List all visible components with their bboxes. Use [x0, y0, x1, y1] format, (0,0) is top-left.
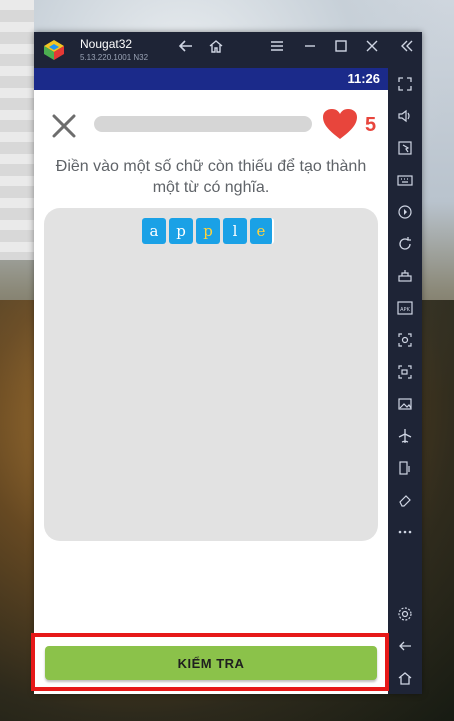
bluestacks-logo-icon [44, 40, 64, 60]
back-arrow-icon[interactable] [174, 38, 198, 62]
close-window-icon[interactable] [360, 38, 384, 62]
desktop-tower [0, 0, 34, 260]
status-clock: 11:26 [347, 71, 380, 86]
rotate-icon[interactable] [395, 234, 415, 254]
app-version: 5.13.220.1001 N32 [80, 53, 149, 62]
highlight-box [31, 633, 389, 691]
letter-input-tile-active[interactable]: e [250, 218, 274, 244]
airplane-icon[interactable] [395, 426, 415, 446]
collapse-sidebar-icon[interactable] [394, 38, 418, 62]
minimize-icon[interactable] [298, 38, 322, 62]
android-back-icon[interactable] [395, 636, 415, 656]
letter-tile: p [169, 218, 193, 244]
title-bar: Nougat32 5.13.220.1001 N32 [34, 32, 422, 68]
app-screen: 5 Điền vào một số chữ còn thiếu để tạo t… [34, 90, 388, 694]
letter-tiles: a p p l e [142, 218, 274, 244]
instruction-text: Điền vào một số chữ còn thiếu để tạo thà… [55, 158, 367, 196]
volume-icon[interactable] [395, 106, 415, 126]
lives-count: 5 [365, 114, 377, 136]
shake-icon[interactable] [395, 458, 415, 478]
menu-icon[interactable] [265, 38, 289, 62]
letter-input-tile[interactable]: p [196, 218, 220, 244]
gallery-icon[interactable] [395, 394, 415, 414]
lesson-progress-bar [94, 116, 312, 132]
app-name: Nougat32 [80, 37, 133, 51]
answer-area: a p p l e [44, 208, 378, 541]
emulator-window: Nougat32 5.13.220.1001 N32 11:26 APK 5 Đ… [34, 32, 422, 694]
letter-tile: a [142, 218, 166, 244]
android-status-bar: 11:26 [34, 68, 388, 90]
emulator-sidebar: APK [388, 68, 422, 694]
fullscreen-icon[interactable] [395, 74, 415, 94]
eraser-icon[interactable] [395, 490, 415, 510]
settings-icon[interactable] [395, 604, 415, 624]
maximize-icon[interactable] [329, 38, 353, 62]
more-icon[interactable] [395, 522, 415, 542]
heart-icon [323, 109, 357, 139]
svg-text:APK: APK [400, 307, 410, 313]
letter-tile: l [223, 218, 247, 244]
close-icon[interactable] [50, 112, 78, 140]
record-icon[interactable] [395, 362, 415, 382]
keyboard-icon[interactable] [395, 170, 415, 190]
pointer-icon[interactable] [395, 138, 415, 158]
multi-instance-icon[interactable] [395, 266, 415, 286]
macro-icon[interactable] [395, 202, 415, 222]
screenshot-icon[interactable] [395, 330, 415, 350]
home-icon[interactable] [204, 38, 228, 62]
apk-icon[interactable]: APK [395, 298, 415, 318]
android-home-icon[interactable] [395, 668, 415, 688]
